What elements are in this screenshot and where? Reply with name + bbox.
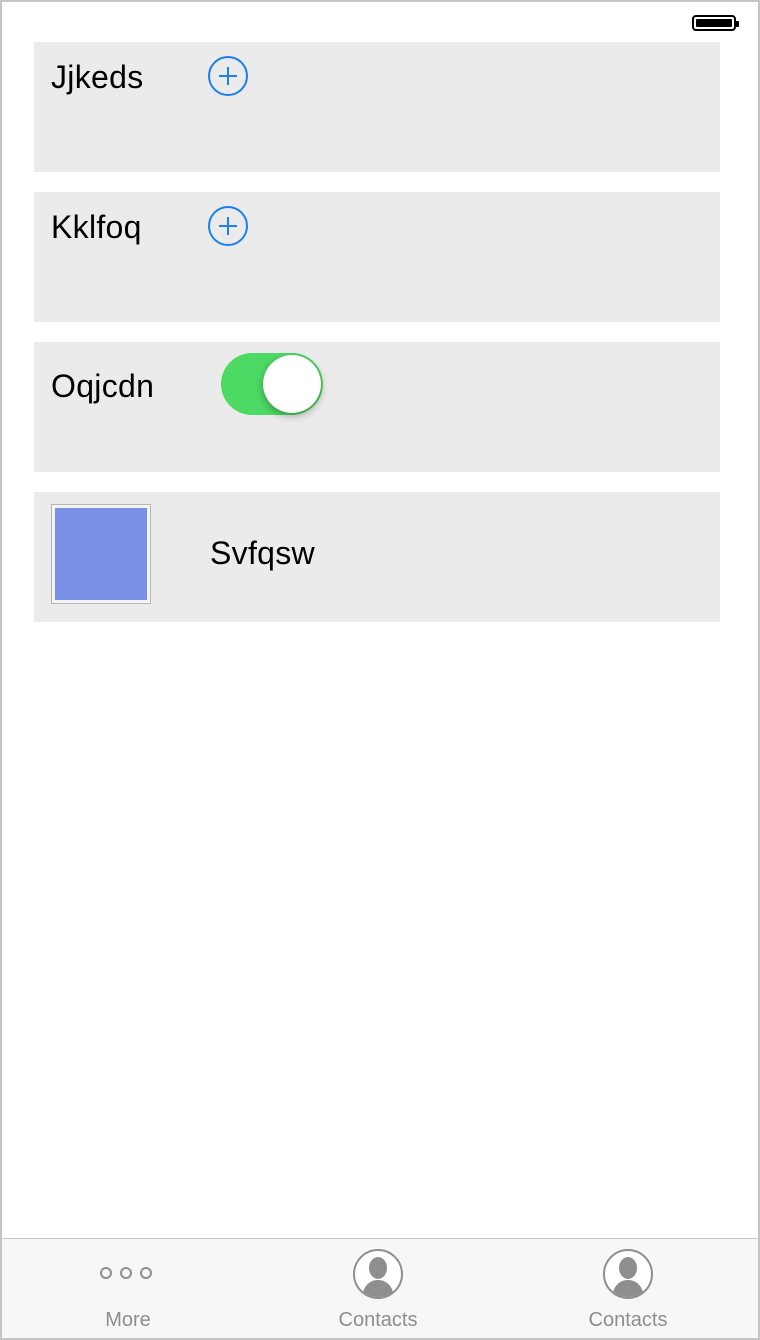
- cell-label: Svfqsw: [210, 535, 315, 571]
- color-swatch: [55, 508, 147, 600]
- tab-label: Contacts: [588, 1309, 668, 1331]
- image-thumbnail[interactable]: [51, 504, 151, 604]
- cell-label: Jjkeds: [51, 59, 144, 95]
- list-item: Oqjcdn: [34, 342, 720, 472]
- add-button[interactable]: [208, 56, 248, 96]
- list-item: Svfqsw: [34, 492, 720, 622]
- contact-person-icon: [353, 1249, 403, 1299]
- tab-more[interactable]: More: [2, 1239, 254, 1338]
- cell-label: Kklfoq: [51, 209, 142, 245]
- toggle-switch[interactable]: [221, 353, 323, 415]
- toggle-knob: [263, 355, 321, 413]
- list-item: Kklfoq: [34, 192, 720, 322]
- battery-icon: [692, 15, 739, 31]
- app-screen: Jjkeds Kklfoq Oqjcdn Svfqsw More Contact…: [0, 0, 760, 1340]
- tab-bar: More Contacts Contacts: [2, 1238, 758, 1338]
- contact-person-icon: [603, 1249, 653, 1299]
- list-item: Jjkeds: [34, 42, 720, 172]
- more-dots-icon: [100, 1267, 154, 1281]
- cell-label: Oqjcdn: [51, 368, 155, 404]
- add-button[interactable]: [208, 206, 248, 246]
- tab-contacts[interactable]: Contacts: [502, 1239, 754, 1338]
- tab-label: Contacts: [338, 1309, 418, 1331]
- tab-contacts[interactable]: Contacts: [252, 1239, 504, 1338]
- tab-label: More: [105, 1309, 151, 1331]
